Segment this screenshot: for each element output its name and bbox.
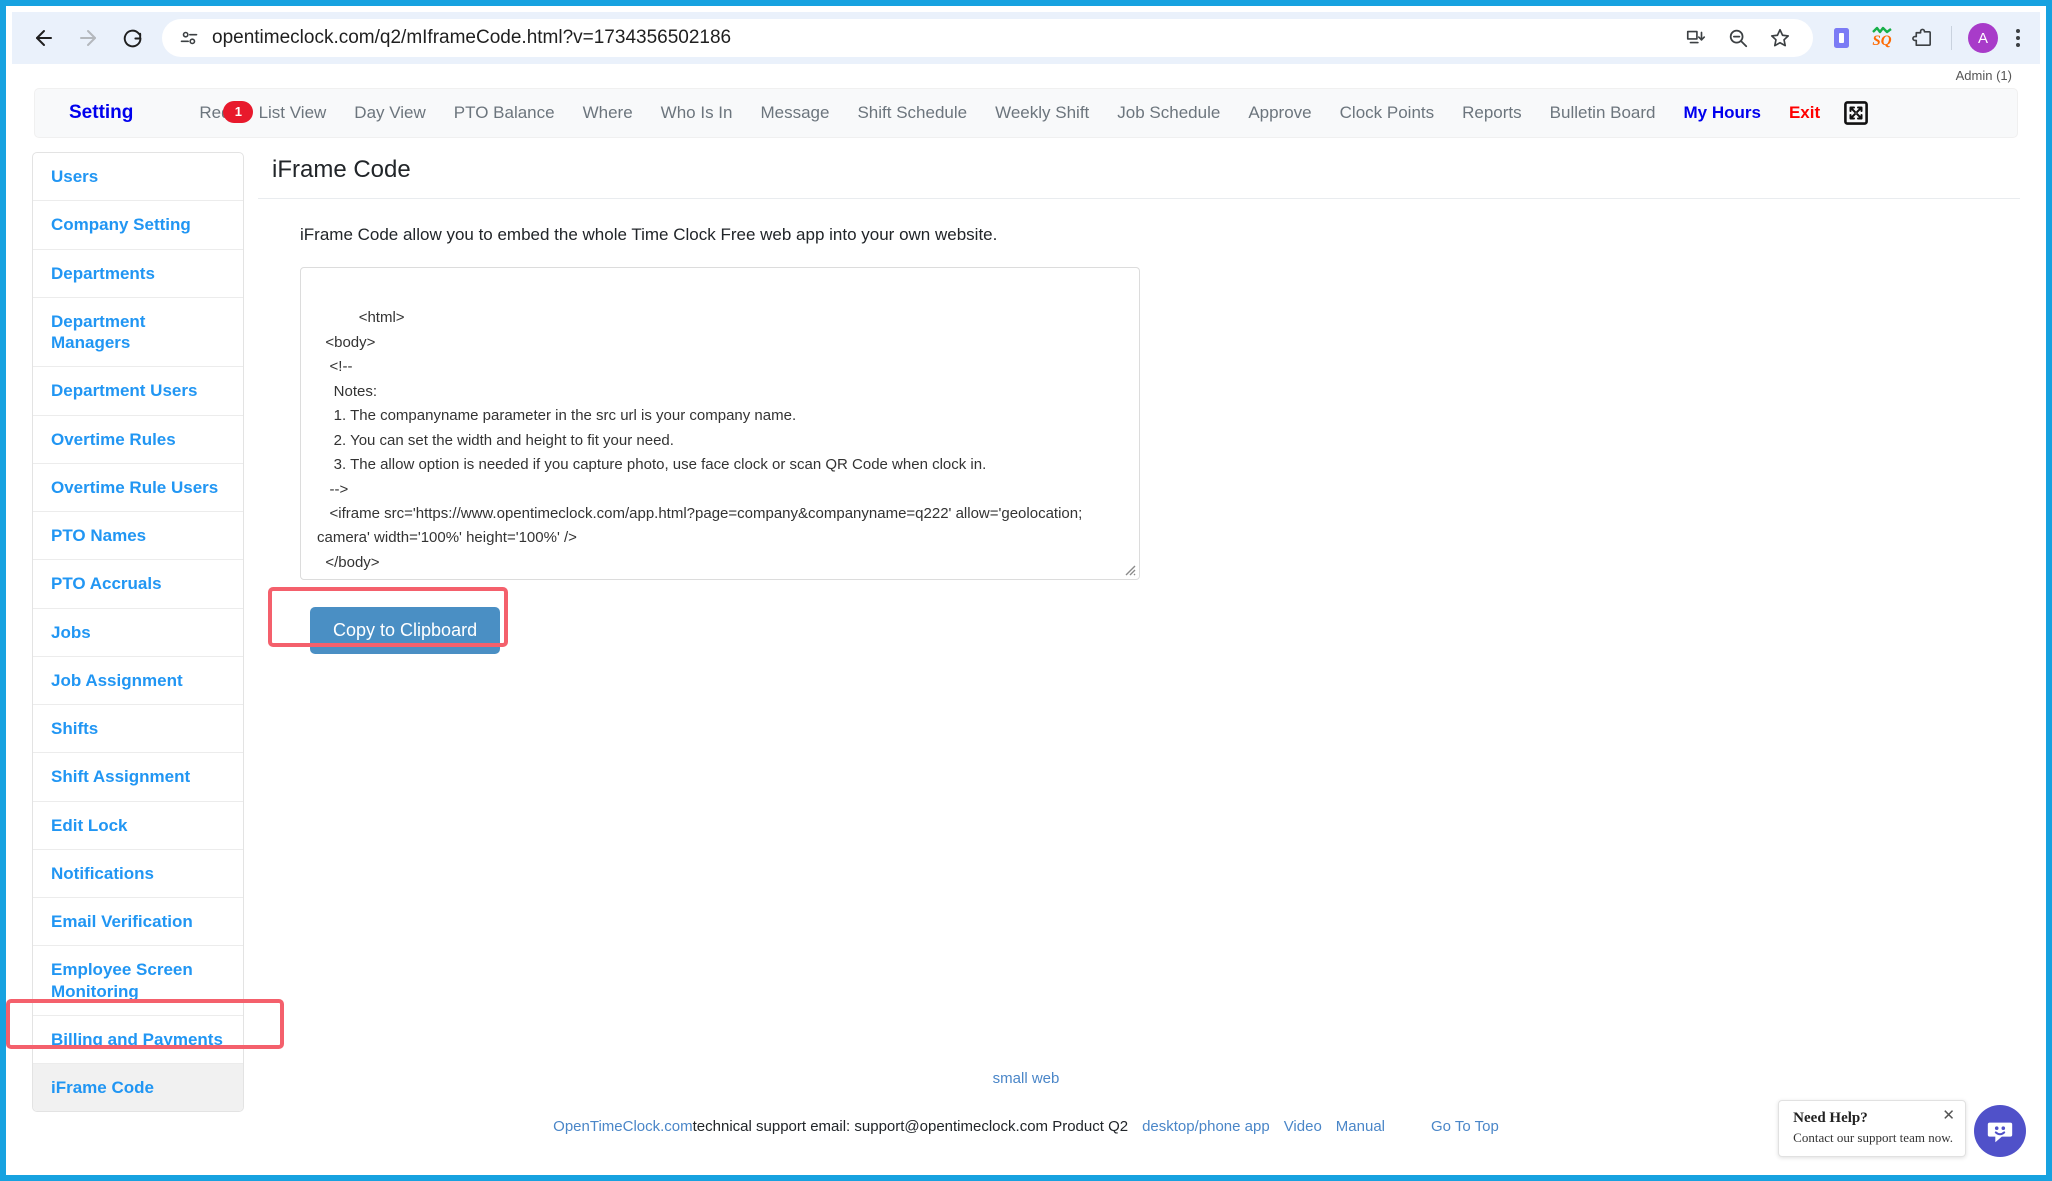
reload-button[interactable] <box>110 16 154 60</box>
sidebar-item-users[interactable]: Users <box>33 153 243 202</box>
back-button[interactable] <box>22 16 66 60</box>
admin-label: Admin (1) <box>1955 68 2012 83</box>
footer-desktop-phone-app-link[interactable]: desktop/phone app <box>1142 1118 1270 1135</box>
nav-reports[interactable]: Reports <box>1448 88 1536 138</box>
page-description: iFrame Code allow you to embed the whole… <box>300 225 998 244</box>
profile-avatar[interactable]: A <box>1968 23 1998 53</box>
chat-tooltip-subtitle: Contact our support team now. <box>1793 1130 1953 1145</box>
sidebar-item-pto-names[interactable]: PTO Names <box>33 512 243 561</box>
footer-video-link[interactable]: Video <box>1284 1118 1322 1135</box>
settings-sidebar: Users Company Setting Departments Depart… <box>32 152 244 1113</box>
url-text: opentimeclock.com/q2/mIframeCode.html?v=… <box>212 27 732 48</box>
sidebar-item-jobs[interactable]: Jobs <box>33 609 243 657</box>
sidebar-item-departments[interactable]: Departments <box>33 250 243 298</box>
small-web-link[interactable]: small web <box>993 1070 1060 1087</box>
fullscreen-icon[interactable] <box>1834 101 1878 125</box>
sidebar-item-department-users[interactable]: Department Users <box>33 367 243 416</box>
nav-where[interactable]: Where <box>569 88 647 138</box>
page-footer: small web OpenTimeClock.com technical su… <box>12 1070 2040 1135</box>
sidebar-item-shifts[interactable]: Shifts <box>33 705 243 754</box>
install-app-icon[interactable] <box>1677 19 1715 57</box>
nav-bulletin-board[interactable]: Bulletin Board <box>1536 88 1670 138</box>
annotation-frame: opentimeclock.com/q2/mIframeCode.html?v=… <box>0 0 2052 1181</box>
sidebar-item-overtime-rules[interactable]: Overtime Rules <box>33 416 243 464</box>
sidebar-item-pto-accruals[interactable]: PTO Accruals <box>33 560 243 609</box>
forward-button[interactable] <box>66 16 110 60</box>
extensions-puzzle-icon[interactable] <box>1903 19 1941 57</box>
extension-sq-icon[interactable]: SQ <box>1863 19 1901 57</box>
nav-weekly-shift[interactable]: Weekly Shift <box>981 88 1103 138</box>
chrome-menu-icon[interactable] <box>2006 21 2030 55</box>
browser-toolbar: opentimeclock.com/q2/mIframeCode.html?v=… <box>12 12 2040 64</box>
sidebar-item-shift-assignment[interactable]: Shift Assignment <box>33 753 243 802</box>
nav-request[interactable]: Req 1 <box>185 88 254 138</box>
close-icon[interactable]: ✕ <box>1942 1109 1955 1124</box>
bookmark-star-icon[interactable] <box>1761 19 1799 57</box>
main-panel: iFrame Code iFrame Code allow you to emb… <box>258 152 2020 654</box>
toolbar-divider <box>1951 26 1952 50</box>
footer-support-text: technical support email: support@opentim… <box>692 1118 1129 1135</box>
iframe-code-textarea[interactable]: <html> <body> <!-- Notes: 1. The company… <box>300 267 1140 580</box>
nav-my-hours[interactable]: My Hours <box>1670 88 1775 138</box>
page-title: iFrame Code <box>258 152 2020 199</box>
browser-extensions: SQ A <box>1823 19 2030 57</box>
footer-brand-link[interactable]: OpenTimeClock.com <box>553 1118 692 1135</box>
nav-pto-balance[interactable]: PTO Balance <box>440 88 569 138</box>
nav-list-view[interactable]: List View <box>245 88 341 138</box>
nav-clock-points[interactable]: Clock Points <box>1326 88 1448 138</box>
sidebar-item-company-setting[interactable]: Company Setting <box>33 201 243 250</box>
nav-setting[interactable]: Setting <box>59 88 185 138</box>
sidebar-item-overtime-rule-users[interactable]: Overtime Rule Users <box>33 464 243 512</box>
nav-day-view[interactable]: Day View <box>340 88 440 138</box>
footer-links: OpenTimeClock.com technical support emai… <box>12 1118 2040 1135</box>
sidebar-item-edit-lock[interactable]: Edit Lock <box>33 802 243 850</box>
sidebar-item-job-assignment[interactable]: Job Assignment <box>33 657 243 705</box>
nav-who-is-in[interactable]: Who Is In <box>647 88 747 138</box>
sidebar-item-billing-and-payments[interactable]: Billing and Payments <box>33 1016 243 1064</box>
nav-job-schedule[interactable]: Job Schedule <box>1103 88 1234 138</box>
sidebar-item-email-verification[interactable]: Email Verification <box>33 898 243 947</box>
svg-text:SQ: SQ <box>1872 33 1891 49</box>
copy-to-clipboard-button[interactable]: Copy to Clipboard <box>310 607 501 654</box>
top-navigation: Setting Req 1 List View Day View PTO Bal… <box>34 88 2018 138</box>
zoom-out-icon[interactable] <box>1719 19 1757 57</box>
site-settings-icon[interactable] <box>176 25 202 51</box>
sidebar-item-department-managers[interactable]: Department Managers <box>33 298 243 368</box>
page-viewport: Admin (1) Setting Req 1 List View Day Vi… <box>12 64 2040 1169</box>
resize-handle-icon[interactable] <box>1122 562 1136 576</box>
chat-launcher-button[interactable] <box>1974 1105 2026 1157</box>
iframe-code-text: <html> <body> <!-- Notes: 1. The company… <box>317 309 1083 579</box>
chat-tooltip: Need Help? Contact our support team now.… <box>1778 1100 1966 1157</box>
chat-smiley-icon <box>1987 1122 2013 1143</box>
sidebar-item-employee-screen-monitoring[interactable]: Employee Screen Monitoring <box>33 946 243 1016</box>
content-area: Users Company Setting Departments Depart… <box>12 138 2040 1113</box>
support-chat-widget: Need Help? Contact our support team now.… <box>1778 1100 2026 1157</box>
chat-tooltip-title: Need Help? <box>1793 1110 1868 1126</box>
nav-exit[interactable]: Exit <box>1775 88 1834 138</box>
extension-docs-icon[interactable] <box>1823 19 1861 57</box>
nav-approve[interactable]: Approve <box>1234 88 1325 138</box>
footer-go-to-top-link[interactable]: Go To Top <box>1431 1118 1499 1135</box>
nav-shift-schedule[interactable]: Shift Schedule <box>843 88 981 138</box>
sidebar-item-notifications[interactable]: Notifications <box>33 850 243 898</box>
address-bar[interactable]: opentimeclock.com/q2/mIframeCode.html?v=… <box>162 19 1813 57</box>
footer-manual-link[interactable]: Manual <box>1336 1118 1385 1135</box>
nav-message[interactable]: Message <box>746 88 843 138</box>
